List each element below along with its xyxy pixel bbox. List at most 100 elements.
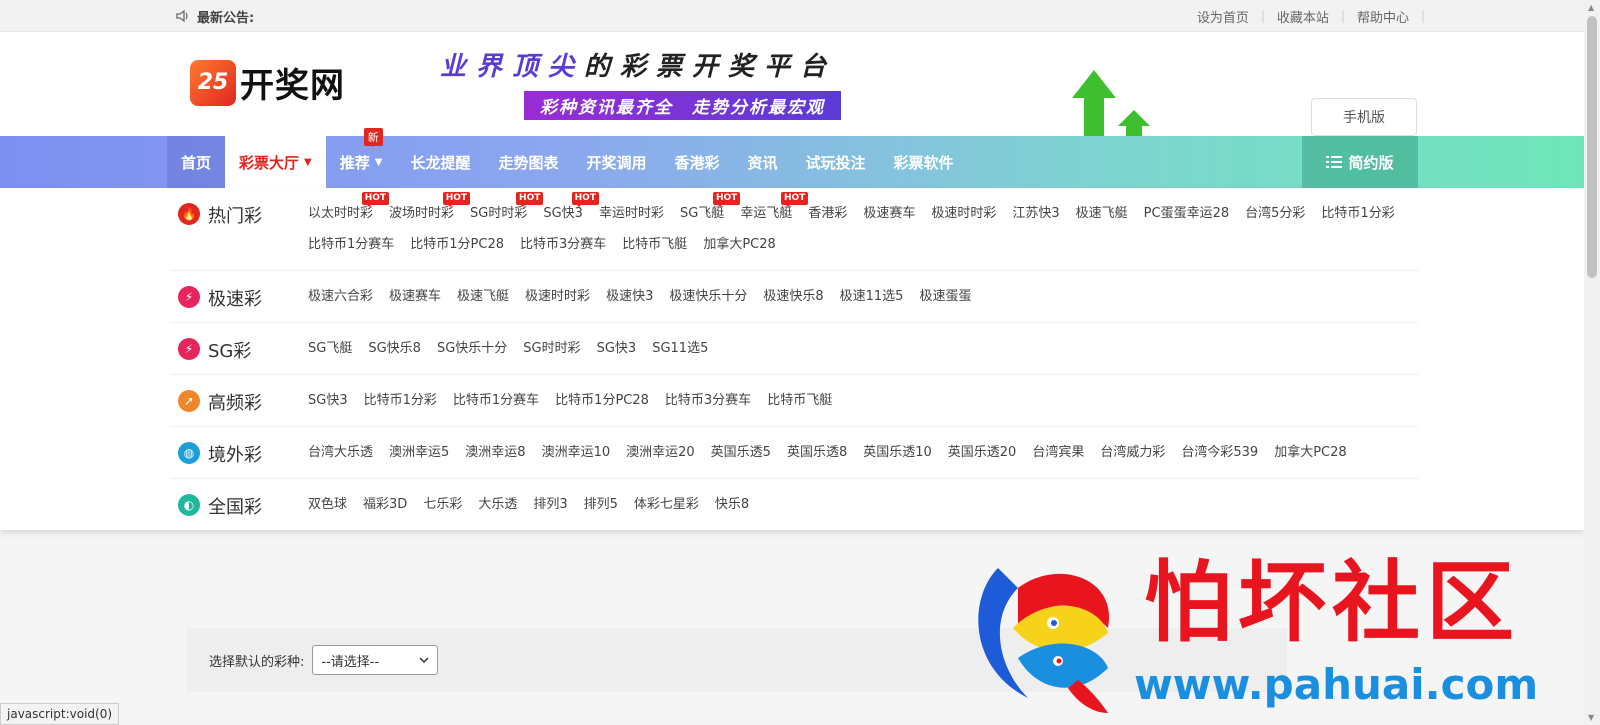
nav-trial-bet[interactable]: 试玩投注 — [792, 136, 880, 188]
help-center-link[interactable]: 帮助中心 — [1345, 7, 1421, 26]
lottery-link[interactable]: 大乐透 — [470, 489, 525, 520]
lottery-link[interactable]: 江苏快3 — [1004, 198, 1067, 229]
lottery-link[interactable]: SG快乐十分 — [429, 333, 515, 364]
lottery-link[interactable]: 比特币1分PC28 — [547, 385, 657, 416]
lottery-link[interactable]: SG飞艇 HOT — [672, 192, 741, 229]
lottery-link[interactable]: 比特币1分赛车 — [300, 229, 402, 260]
nav-label: 首页 — [181, 153, 212, 172]
vertical-scrollbar[interactable]: ▲ ▼ — [1584, 0, 1600, 725]
lottery-link[interactable]: 极速六合彩 — [300, 281, 381, 312]
lottery-link[interactable]: 极速飞艇 — [449, 281, 517, 312]
nav-news[interactable]: 资讯 — [734, 136, 792, 188]
lottery-link[interactable]: 澳洲幸运8 — [457, 437, 533, 468]
lottery-label: 英国乐透10 — [863, 445, 932, 460]
lottery-label: 比特币飞艇 — [767, 393, 833, 408]
category-heading: 🔥 热门彩 — [170, 198, 300, 260]
lottery-link[interactable]: SG时时彩 HOT — [462, 192, 544, 229]
default-lottery-select[interactable]: --请选择-- — [312, 645, 439, 675]
nav-hongkong[interactable]: 香港彩 — [661, 136, 734, 188]
lottery-link[interactable]: 极速快乐8 — [755, 281, 831, 312]
banner-title-highlight: 业界顶尖 — [440, 52, 585, 82]
lottery-link[interactable]: 英国乐透20 — [940, 437, 1025, 468]
lottery-link[interactable]: 澳洲幸运10 — [534, 437, 619, 468]
lottery-link[interactable]: 波场时时彩 HOT — [381, 192, 471, 229]
lottery-link[interactable]: 加拿大PC28 — [1266, 437, 1354, 468]
nav-home[interactable]: 首页 — [167, 136, 226, 188]
category-name: SG彩 — [208, 341, 252, 362]
lottery-link[interactable]: 澳洲幸运20 — [618, 437, 703, 468]
lottery-link[interactable]: 极速快乐十分 — [661, 281, 755, 312]
nav-lottery-hall[interactable]: 彩票大厅 ▼ — [225, 136, 326, 188]
lottery-link[interactable]: 台湾威力彩 — [1092, 437, 1173, 468]
site-logo[interactable]: 25 开奖网 — [190, 58, 345, 107]
bookmark-link[interactable]: 收藏本站 — [1265, 7, 1341, 26]
lottery-link[interactable]: 比特币1分PC28 — [402, 229, 512, 260]
flame-icon: 🔥 — [178, 203, 200, 225]
lottery-link[interactable]: 极速飞艇 — [1068, 198, 1136, 229]
lottery-link[interactable]: 英国乐透5 — [703, 437, 779, 468]
lottery-link[interactable]: 极速赛车 — [381, 281, 449, 312]
lottery-link[interactable]: 台湾今彩539 — [1173, 437, 1266, 468]
nav-software[interactable]: 彩票软件 — [880, 136, 968, 188]
lottery-link[interactable]: SG快乐8 — [360, 333, 429, 364]
lottery-link[interactable]: SG飞艇 — [300, 333, 360, 364]
nav-label: 长龙提醒 — [410, 153, 471, 172]
lottery-link[interactable]: 排列5 — [576, 489, 626, 520]
lottery-link[interactable]: 香港彩 — [800, 198, 855, 229]
lottery-link[interactable]: 比特币3分赛车 — [512, 229, 614, 260]
lottery-link[interactable]: SG11选5 — [644, 333, 716, 364]
category-row: ⚡ SG彩 SG飞艇 SG快乐8 SG快乐十分 SG时时彩 SG快3 SG11选5 — [170, 323, 1418, 375]
lottery-link[interactable]: 加拿大PC28 — [695, 229, 783, 260]
lottery-link[interactable]: SG时时彩 — [515, 333, 588, 364]
lottery-link[interactable]: 台湾大乐透 — [300, 437, 381, 468]
nav-long-dragon[interactable]: 长龙提醒 — [396, 136, 484, 188]
category-heading: ⚡ SG彩 — [170, 333, 300, 364]
lottery-link[interactable]: SG快3 — [300, 385, 356, 416]
lottery-link[interactable]: 快乐8 — [707, 489, 757, 520]
lottery-link[interactable]: 英国乐透8 — [779, 437, 855, 468]
nav-recommend[interactable]: 推荐 ▼ 新 — [326, 128, 397, 188]
mobile-version-button[interactable]: 手机版 — [1311, 98, 1417, 136]
lottery-label: 比特币飞艇 — [622, 237, 688, 252]
lottery-link[interactable]: 比特币1分彩 — [1313, 198, 1402, 229]
lottery-link[interactable]: 极速时时彩 — [923, 198, 1004, 229]
nav-trend-charts[interactable]: 走势图表 — [484, 136, 572, 188]
lottery-link[interactable]: 比特币飞艇 — [614, 229, 695, 260]
lottery-link[interactable]: PC蛋蛋幸运28 — [1136, 198, 1237, 229]
lottery-link[interactable]: 幸运飞艇 HOT — [732, 192, 809, 229]
scroll-up-icon[interactable]: ▲ — [1588, 3, 1594, 12]
lottery-link[interactable]: SG快3 HOT — [535, 192, 599, 229]
category-items: SG快3 比特币1分彩 比特币1分赛车 比特币1分PC28 比特币3分赛车 比特币飞艇 — [300, 385, 1418, 416]
lottery-label: 比特币3分赛车 — [520, 237, 607, 252]
lottery-link[interactable]: SG快3 — [589, 333, 645, 364]
lottery-link[interactable]: 台湾宾果 — [1024, 437, 1092, 468]
lottery-link[interactable]: 澳洲幸运5 — [381, 437, 457, 468]
set-homepage-link[interactable]: 设为首页 — [1185, 7, 1261, 26]
lottery-link[interactable]: 极速11选5 — [832, 281, 912, 312]
lottery-link[interactable]: 极速赛车 — [855, 198, 923, 229]
lottery-label: SG快乐十分 — [436, 341, 508, 356]
simple-version-button[interactable]: 简约版 — [1302, 136, 1418, 188]
lottery-label: 福彩3D — [363, 497, 408, 512]
lottery-link[interactable]: 英国乐透10 — [855, 437, 940, 468]
lottery-link[interactable]: 极速蛋蛋 — [911, 281, 979, 312]
lottery-link[interactable]: 双色球 — [300, 489, 355, 520]
nav-draw-api[interactable]: 开奖调用 — [572, 136, 660, 188]
lottery-link[interactable]: 幸运时时彩 — [591, 198, 672, 229]
lottery-link[interactable]: 以太时时彩 HOT — [300, 192, 390, 229]
lottery-link[interactable]: 极速时时彩 — [517, 281, 598, 312]
lottery-link[interactable]: 体彩七星彩 — [626, 489, 707, 520]
scroll-thumb[interactable] — [1587, 16, 1597, 278]
lottery-link[interactable]: 比特币飞艇 — [759, 385, 840, 416]
lottery-link[interactable]: 台湾5分彩 — [1237, 198, 1313, 229]
lottery-link[interactable]: 比特币1分彩 — [356, 385, 445, 416]
lottery-link[interactable]: 七乐彩 — [415, 489, 470, 520]
lottery-link[interactable]: 福彩3D — [355, 489, 415, 520]
lottery-link[interactable]: 极速快3 — [598, 281, 661, 312]
lottery-link[interactable]: 比特币3分赛车 — [657, 385, 759, 416]
notice: 最新公告: — [175, 7, 254, 26]
lottery-link[interactable]: 排列3 — [525, 489, 575, 520]
lottery-link[interactable]: 比特币1分赛车 — [445, 385, 547, 416]
scroll-down-icon[interactable]: ▼ — [1588, 713, 1594, 722]
lottery-label: 极速时时彩 — [525, 289, 591, 304]
